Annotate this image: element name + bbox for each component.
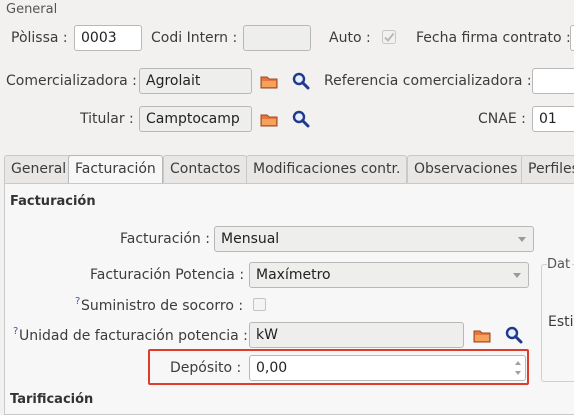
facturacion-label: Facturación : — [120, 231, 210, 247]
potencia-select[interactable]: Maxímetro — [249, 262, 529, 288]
deposito-label: Depósito : — [170, 360, 242, 376]
referencia-input[interactable] — [532, 68, 574, 94]
facturacion-select-value: Mensual — [221, 231, 280, 247]
tab-facturacion[interactable]: Facturación — [68, 155, 163, 184]
checkmark-icon — [382, 30, 396, 44]
cnae-input[interactable]: 01 — [532, 106, 574, 132]
unidad-label: Unidad de facturación potencia : — [19, 328, 248, 344]
search-icon[interactable] — [292, 72, 310, 90]
auto-checkbox[interactable] — [381, 29, 397, 45]
unidad-help-icon[interactable]: ? — [13, 326, 18, 337]
titular-input[interactable]: Camptocamp — [139, 106, 252, 132]
tab-perfiles[interactable]: Perfiles — [521, 155, 574, 183]
comercializadora-label: Comercializadora : — [6, 73, 137, 89]
polissa-input[interactable]: 0003 — [74, 25, 142, 51]
referencia-label: Referencia comercializadora : — [324, 73, 532, 89]
comercializadora-input[interactable]: Agrolait — [139, 68, 252, 94]
socorro-checkbox[interactable] — [253, 298, 266, 311]
auto-label: Auto : — [329, 30, 371, 46]
socorro-label: Suministro de socorro : — [81, 298, 244, 314]
folder-icon[interactable] — [260, 110, 278, 128]
deposito-spinbox[interactable]: 0,00 — [249, 355, 526, 381]
right-est-label: Esti — [548, 314, 574, 330]
socorro-help-icon[interactable]: ? — [75, 296, 80, 307]
cnae-label: CNAE : — [478, 111, 526, 127]
codi-intern-input[interactable] — [243, 25, 311, 51]
chevron-down-icon — [513, 273, 521, 278]
potencia-select-value: Maxímetro — [256, 267, 331, 283]
spin-down-icon[interactable] — [515, 371, 521, 375]
unidad-input[interactable]: kW — [249, 322, 464, 348]
folder-icon[interactable] — [260, 72, 278, 90]
folder-icon[interactable] — [473, 326, 491, 344]
tab-observaciones[interactable]: Observaciones — [407, 155, 525, 183]
right-group-label: Dat — [547, 257, 573, 272]
titular-label: Titular : — [80, 111, 134, 127]
deposito-value: 0,00 — [256, 360, 288, 376]
spin-up-icon[interactable] — [515, 361, 521, 365]
codi-intern-label: Codi Intern : — [151, 30, 238, 46]
tab-contactos[interactable]: Contactos — [163, 155, 248, 183]
search-icon[interactable] — [505, 326, 523, 344]
chevron-down-icon — [518, 237, 526, 242]
fecha-firma-label: Fecha firma contrato : — [416, 30, 571, 46]
polissa-label: Pòlissa : — [11, 30, 68, 46]
general-group-label: General — [6, 2, 58, 17]
tab-modificaciones[interactable]: Modificaciones contr. — [246, 155, 408, 183]
facturacion-select[interactable]: Mensual — [214, 226, 534, 252]
tab-general[interactable]: General — [4, 155, 74, 183]
potencia-label: Facturación Potencia : — [90, 267, 245, 283]
fecha-firma-input[interactable] — [570, 25, 574, 51]
search-icon[interactable] — [292, 110, 310, 128]
section-title: Facturación — [10, 194, 96, 209]
